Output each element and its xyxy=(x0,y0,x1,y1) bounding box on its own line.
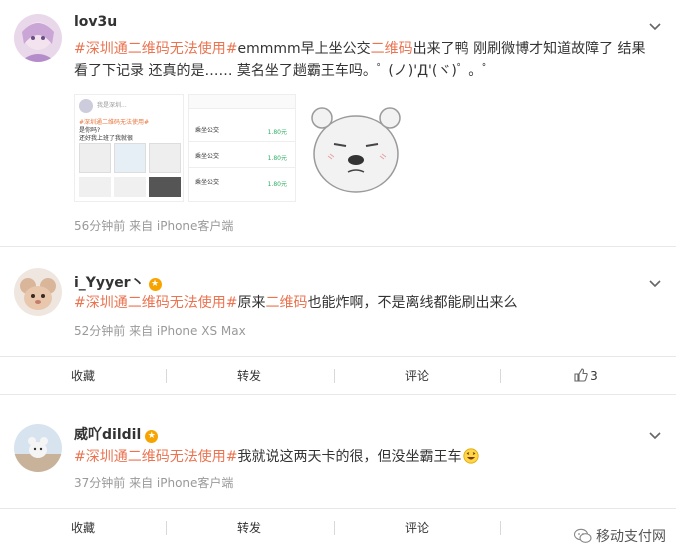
comment-button[interactable]: 评论 xyxy=(384,357,450,395)
avatar[interactable] xyxy=(14,268,62,316)
action-bar: 收藏 转发 评论 3 xyxy=(0,356,676,394)
separator xyxy=(500,369,501,383)
keyword-highlight: 二维码 xyxy=(265,295,308,311)
record-amount: 1.80元 xyxy=(267,155,287,162)
username[interactable]: lov3u xyxy=(74,14,117,30)
record-label: 乘坐公交 xyxy=(195,179,220,186)
separator xyxy=(334,369,335,383)
record-amount: 1.80元 xyxy=(267,129,287,136)
post-text: 我就说这两天卡的很，但没坐霸王车 xyxy=(237,449,462,465)
thumbs-up-icon xyxy=(574,359,588,397)
avatar[interactable] xyxy=(14,14,62,62)
chevron-down-icon[interactable] xyxy=(648,18,662,32)
record-label: 乘坐公交 xyxy=(195,127,220,134)
username-text: 威吖dildil xyxy=(74,427,142,443)
repost-button[interactable]: 转发 xyxy=(216,509,282,547)
image-text: 我是深圳... xyxy=(97,102,127,109)
topic-link[interactable]: #深圳通二维码无法使用# xyxy=(74,41,237,57)
username[interactable]: 威吖dildil ★ xyxy=(74,424,159,444)
keyword-highlight: 二维码 xyxy=(370,41,413,57)
chevron-down-icon[interactable] xyxy=(648,427,662,441)
post-text: 原来 xyxy=(237,295,266,311)
topic-link[interactable]: #深圳通二维码无法使用# xyxy=(74,295,237,311)
separator xyxy=(334,521,335,535)
wechat-icon xyxy=(573,528,592,548)
post-image-1[interactable]: 我是深圳... #深圳通二维码无法使用# 是你吗? 还好我上班了我就很 xyxy=(74,94,184,202)
divider xyxy=(0,394,676,395)
image-text: 还好我上班了我就很 xyxy=(79,135,134,142)
post-image-3[interactable] xyxy=(302,94,410,202)
username-text: i_Yyyer丶 xyxy=(74,275,145,291)
like-count: 3 xyxy=(590,369,598,383)
repost-button[interactable]: 转发 xyxy=(216,357,282,395)
separator xyxy=(500,521,501,535)
post-text: emmmm早上坐公交 xyxy=(237,41,371,57)
record-label: 乘坐公交 xyxy=(195,153,220,160)
vip-badge-icon: ★ xyxy=(145,430,159,443)
chevron-down-icon[interactable] xyxy=(648,275,662,289)
post-meta: 37分钟前 来自 iPhone客户端 xyxy=(74,476,234,490)
favorite-button[interactable]: 收藏 xyxy=(50,357,116,395)
post-meta: 52分钟前 来自 iPhone XS Max xyxy=(74,324,246,338)
avatar[interactable] xyxy=(14,424,62,472)
post-text: 也能炸啊，不是离线都能刷出来么 xyxy=(307,295,518,311)
post-content: #深圳通二维码无法使用#我就说这两天卡的很，但没坐霸王车 xyxy=(74,446,654,468)
watermark-text: 移动支付网 xyxy=(596,529,666,545)
post-content: #深圳通二维码无法使用#原来二维码也能炸啊，不是离线都能刷出来么 xyxy=(74,292,654,314)
topic-link[interactable]: #深圳通二维码无法使用# xyxy=(74,449,237,465)
record-amount: 1.80元 xyxy=(267,181,287,188)
comment-button[interactable]: 评论 xyxy=(384,509,450,547)
post-image-2[interactable]: 乘坐公交 1.80元 乘坐公交 1.80元 乘坐公交 1.80元 xyxy=(188,94,296,202)
divider xyxy=(0,246,676,247)
username[interactable]: i_Yyyer丶 ★ xyxy=(74,272,162,292)
watermark: 移动支付网 xyxy=(573,526,666,548)
separator xyxy=(166,369,167,383)
laughing-emoji-icon xyxy=(463,448,480,464)
vip-badge-icon: ★ xyxy=(148,278,162,291)
separator xyxy=(166,521,167,535)
post-content: #深圳通二维码无法使用#emmmm早上坐公交二维码出来了鸭 刚刷微博才知道故障了… xyxy=(74,38,654,82)
post-meta: 56分钟前 来自 iPhone客户端 xyxy=(74,219,234,233)
like-button[interactable]: 3 xyxy=(556,357,616,395)
bear-meme-icon xyxy=(311,107,401,193)
favorite-button[interactable]: 收藏 xyxy=(50,509,116,547)
